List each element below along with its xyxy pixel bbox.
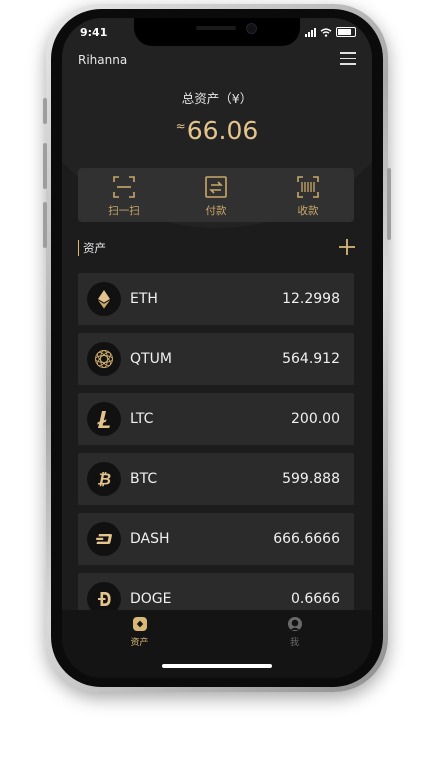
total-assets-amount: 66.06 xyxy=(186,116,259,145)
wifi-icon xyxy=(320,27,332,37)
scan-icon xyxy=(113,176,135,198)
asset-name: LTC xyxy=(130,411,154,427)
asset-amount: 666.6666 xyxy=(273,531,340,547)
notch xyxy=(134,18,300,46)
signal-icon xyxy=(305,27,316,37)
front-camera xyxy=(246,23,257,34)
asset-amount: 12.2998 xyxy=(282,291,340,307)
speaker-grille xyxy=(196,26,236,30)
total-assets-label: 总资产（¥） xyxy=(181,91,253,106)
pay-label: 付款 xyxy=(205,205,227,217)
asset-list: ETH 12.2998 QTUM 564.912 LTC 200.00 ₿ BT… xyxy=(78,273,354,633)
hamburger-menu-icon[interactable] xyxy=(340,52,356,66)
asset-amount: 599.888 xyxy=(282,471,340,487)
asset-amount: 200.00 xyxy=(291,411,340,427)
receive-button[interactable]: 收款 xyxy=(262,168,354,222)
svg-text:₿: ₿ xyxy=(97,470,111,489)
transfer-icon xyxy=(205,176,227,198)
asset-row-ltc[interactable]: LTC 200.00 xyxy=(78,393,354,445)
asset-name: QTUM xyxy=(130,351,172,367)
app-screen: 9:41 Rihanna 总资产（¥） ≈66.06 扫一扫 付款 收款 资产 … xyxy=(62,18,372,678)
asset-name: BTC xyxy=(130,471,158,487)
asset-name: ETH xyxy=(130,291,158,307)
asset-amount: 564.912 xyxy=(282,351,340,367)
asset-row-dash[interactable]: DASH 666.6666 xyxy=(78,513,354,565)
eth-icon xyxy=(87,282,121,316)
home-indicator[interactable] xyxy=(162,664,272,668)
scan-button[interactable]: 扫一扫 xyxy=(78,168,170,222)
approx-symbol: ≈ xyxy=(175,118,186,133)
asset-name: DASH xyxy=(130,531,170,547)
plus-icon[interactable] xyxy=(338,238,356,256)
status-time: 9:41 xyxy=(80,26,108,39)
power-button xyxy=(387,168,391,240)
asset-name: DOGE xyxy=(130,591,172,607)
qtum-icon xyxy=(87,342,121,376)
asset-amount: 0.6666 xyxy=(291,591,340,607)
volume-down-button xyxy=(43,202,47,248)
quick-actions: 扫一扫 付款 收款 xyxy=(78,168,354,222)
receive-label: 收款 xyxy=(297,205,319,217)
battery-icon xyxy=(336,27,356,37)
mute-switch xyxy=(43,98,47,124)
scan-label: 扫一扫 xyxy=(108,205,140,217)
btc-icon: ₿ xyxy=(87,462,121,496)
dash-icon xyxy=(87,522,121,556)
pay-button[interactable]: 付款 xyxy=(170,168,262,222)
total-assets-value: ≈66.06 xyxy=(62,116,372,145)
asset-row-eth[interactable]: ETH 12.2998 xyxy=(78,273,354,325)
status-icons xyxy=(305,27,356,37)
assets-tab-icon xyxy=(132,617,147,631)
barcode-icon xyxy=(297,176,319,198)
volume-up-button xyxy=(43,143,47,189)
profile-tab-icon xyxy=(287,617,302,631)
username: Rihanna xyxy=(78,53,128,67)
asset-row-qtum[interactable]: QTUM 564.912 xyxy=(78,333,354,385)
asset-row-btc[interactable]: ₿ BTC 599.888 xyxy=(78,453,354,505)
assets-section-title: 资产 xyxy=(78,240,106,256)
tab-profile-label: 我 xyxy=(289,638,299,648)
ltc-icon xyxy=(87,402,121,436)
tab-assets-label: 资产 xyxy=(130,638,149,648)
